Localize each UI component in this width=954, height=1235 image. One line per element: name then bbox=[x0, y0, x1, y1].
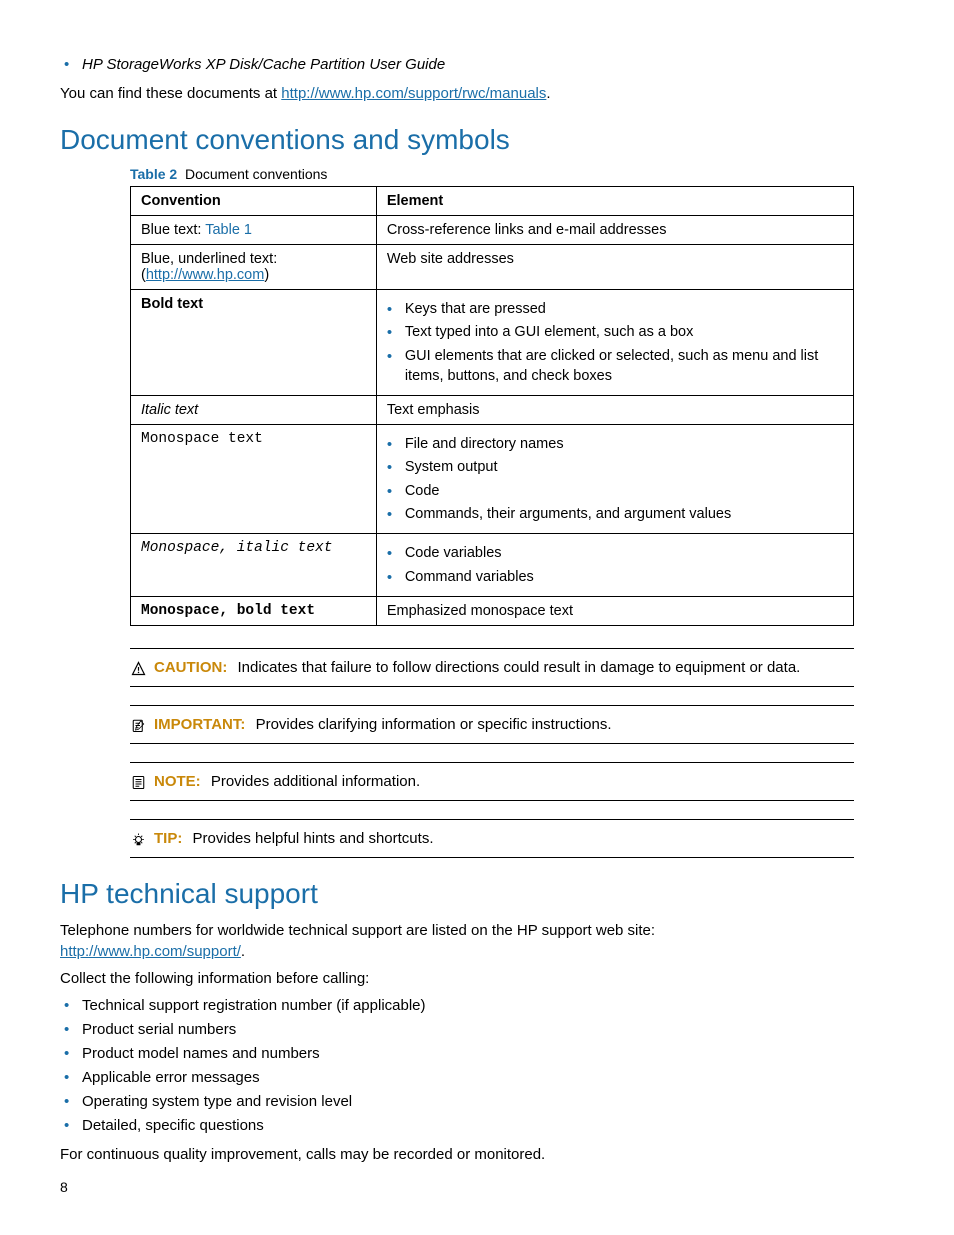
bold-text: Bold text bbox=[141, 296, 203, 312]
caution-icon bbox=[130, 661, 146, 676]
related-docs-list: HP StorageWorks XP Disk/Cache Partition … bbox=[60, 54, 854, 75]
table-row: Blue, underlined text: (http://www.hp.co… bbox=[131, 245, 854, 290]
text: Telephone numbers for worldwide technica… bbox=[60, 922, 655, 939]
text: . bbox=[546, 85, 550, 102]
admon-body: NOTE: Provides additional information. bbox=[154, 773, 420, 790]
element-list: File and directory names System output C… bbox=[387, 434, 843, 524]
table-row: Monospace, bold text Emphasized monospac… bbox=[131, 596, 854, 625]
admon-body: TIP: Provides helpful hints and shortcut… bbox=[154, 830, 433, 847]
list-item: Text typed into a GUI element, such as a… bbox=[387, 322, 843, 342]
mono-italic: Monospace, italic text bbox=[141, 540, 332, 556]
table-label: Table 2 bbox=[130, 166, 177, 182]
table-header-row: Convention Element bbox=[131, 187, 854, 216]
list-item: Applicable error messages bbox=[60, 1067, 854, 1088]
manuals-link[interactable]: http://www.hp.com/support/rwc/manuals bbox=[281, 85, 546, 102]
element-cell: Keys that are pressed Text typed into a … bbox=[376, 290, 853, 396]
table-row: Bold text Keys that are pressed Text typ… bbox=[131, 290, 854, 396]
caution-label: CAUTION: bbox=[154, 659, 227, 676]
support-intro: Telephone numbers for worldwide technica… bbox=[60, 920, 854, 962]
element-cell: Emphasized monospace text bbox=[376, 596, 853, 625]
note-icon bbox=[130, 775, 146, 790]
list-item: Keys that are pressed bbox=[387, 299, 843, 319]
mono-bold: Monospace, bold text bbox=[141, 603, 315, 619]
caution-text: Indicates that failure to follow directi… bbox=[238, 659, 801, 676]
collect-list: Technical support registration number (i… bbox=[60, 995, 854, 1136]
page-content: HP StorageWorks XP Disk/Cache Partition … bbox=[0, 0, 954, 1235]
element-cell: Cross-reference links and e-mail address… bbox=[376, 216, 853, 245]
element-cell: Web site addresses bbox=[376, 245, 853, 290]
hp-site-link[interactable]: http://www.hp.com bbox=[146, 267, 264, 283]
list-item: Code bbox=[387, 481, 843, 501]
page-number: 8 bbox=[60, 1179, 68, 1195]
important-icon bbox=[130, 718, 146, 733]
element-cell: Text emphasis bbox=[376, 396, 853, 425]
admonition-important: IMPORTANT: Provides clarifying informati… bbox=[130, 705, 854, 744]
text: ) bbox=[264, 267, 269, 283]
collect-intro: Collect the following information before… bbox=[60, 968, 854, 989]
list-item: System output bbox=[387, 457, 843, 477]
element-cell: File and directory names System output C… bbox=[376, 425, 853, 534]
list-item: Product serial numbers bbox=[60, 1019, 854, 1040]
admonition-note: NOTE: Provides additional information. bbox=[130, 762, 854, 801]
list-item: Product model names and numbers bbox=[60, 1043, 854, 1064]
recorded-note: For continuous quality improvement, call… bbox=[60, 1144, 854, 1165]
admonition-caution: CAUTION: Indicates that failure to follo… bbox=[130, 648, 854, 687]
table-row: Italic text Text emphasis bbox=[131, 396, 854, 425]
col-convention: Convention bbox=[131, 187, 377, 216]
convention-cell: Bold text bbox=[131, 290, 377, 396]
support-link[interactable]: http://www.hp.com/support/ bbox=[60, 943, 241, 960]
convention-cell: Monospace, bold text bbox=[131, 596, 377, 625]
list-item: GUI elements that are clicked or selecte… bbox=[387, 346, 843, 387]
table-row: Monospace text File and directory names … bbox=[131, 425, 854, 534]
table-title: Document conventions bbox=[185, 166, 327, 182]
text: You can find these documents at bbox=[60, 85, 281, 102]
note-label: NOTE: bbox=[154, 773, 201, 790]
tip-label: TIP: bbox=[154, 830, 182, 847]
col-element: Element bbox=[376, 187, 853, 216]
tip-text: Provides helpful hints and shortcuts. bbox=[193, 830, 434, 847]
list-item: Operating system type and revision level bbox=[60, 1091, 854, 1112]
list-item: File and directory names bbox=[387, 434, 843, 454]
table-row: Monospace, italic text Code variables Co… bbox=[131, 534, 854, 597]
table-row: Blue text: Table 1 Cross-reference links… bbox=[131, 216, 854, 245]
element-list: Keys that are pressed Text typed into a … bbox=[387, 299, 843, 386]
text: Blue text: bbox=[141, 222, 205, 238]
table-caption: Table 2 Document conventions bbox=[130, 166, 854, 182]
conventions-table: Convention Element Blue text: Table 1 Cr… bbox=[130, 186, 854, 626]
convention-cell: Monospace, italic text bbox=[131, 534, 377, 597]
list-item: Commands, their arguments, and argument … bbox=[387, 504, 843, 524]
tip-icon bbox=[130, 832, 146, 847]
admon-body: CAUTION: Indicates that failure to follo… bbox=[154, 659, 800, 676]
admonition-tip: TIP: Provides helpful hints and shortcut… bbox=[130, 819, 854, 858]
heading-support: HP technical support bbox=[60, 878, 854, 910]
table1-link[interactable]: Table 1 bbox=[205, 222, 252, 238]
element-list: Code variables Command variables bbox=[387, 543, 843, 587]
convention-cell: Blue, underlined text: (http://www.hp.co… bbox=[131, 245, 377, 290]
convention-cell: Blue text: Table 1 bbox=[131, 216, 377, 245]
convention-cell: Monospace text bbox=[131, 425, 377, 534]
heading-conventions: Document conventions and symbols bbox=[60, 124, 854, 156]
list-item: HP StorageWorks XP Disk/Cache Partition … bbox=[60, 54, 854, 75]
list-item: Detailed, specific questions bbox=[60, 1115, 854, 1136]
admon-body: IMPORTANT: Provides clarifying informati… bbox=[154, 716, 612, 733]
find-docs-para: You can find these documents at http://w… bbox=[60, 83, 854, 104]
list-item: Code variables bbox=[387, 543, 843, 563]
list-item: Technical support registration number (i… bbox=[60, 995, 854, 1016]
admonitions: CAUTION: Indicates that failure to follo… bbox=[130, 648, 854, 858]
list-item: Command variables bbox=[387, 567, 843, 587]
note-text: Provides additional information. bbox=[211, 773, 420, 790]
important-label: IMPORTANT: bbox=[154, 716, 245, 733]
text: . bbox=[241, 943, 245, 960]
element-cell: Code variables Command variables bbox=[376, 534, 853, 597]
convention-cell: Italic text bbox=[131, 396, 377, 425]
important-text: Provides clarifying information or speci… bbox=[256, 716, 612, 733]
italic-text: Italic text bbox=[141, 402, 198, 418]
doc-title: HP StorageWorks XP Disk/Cache Partition … bbox=[82, 56, 445, 73]
